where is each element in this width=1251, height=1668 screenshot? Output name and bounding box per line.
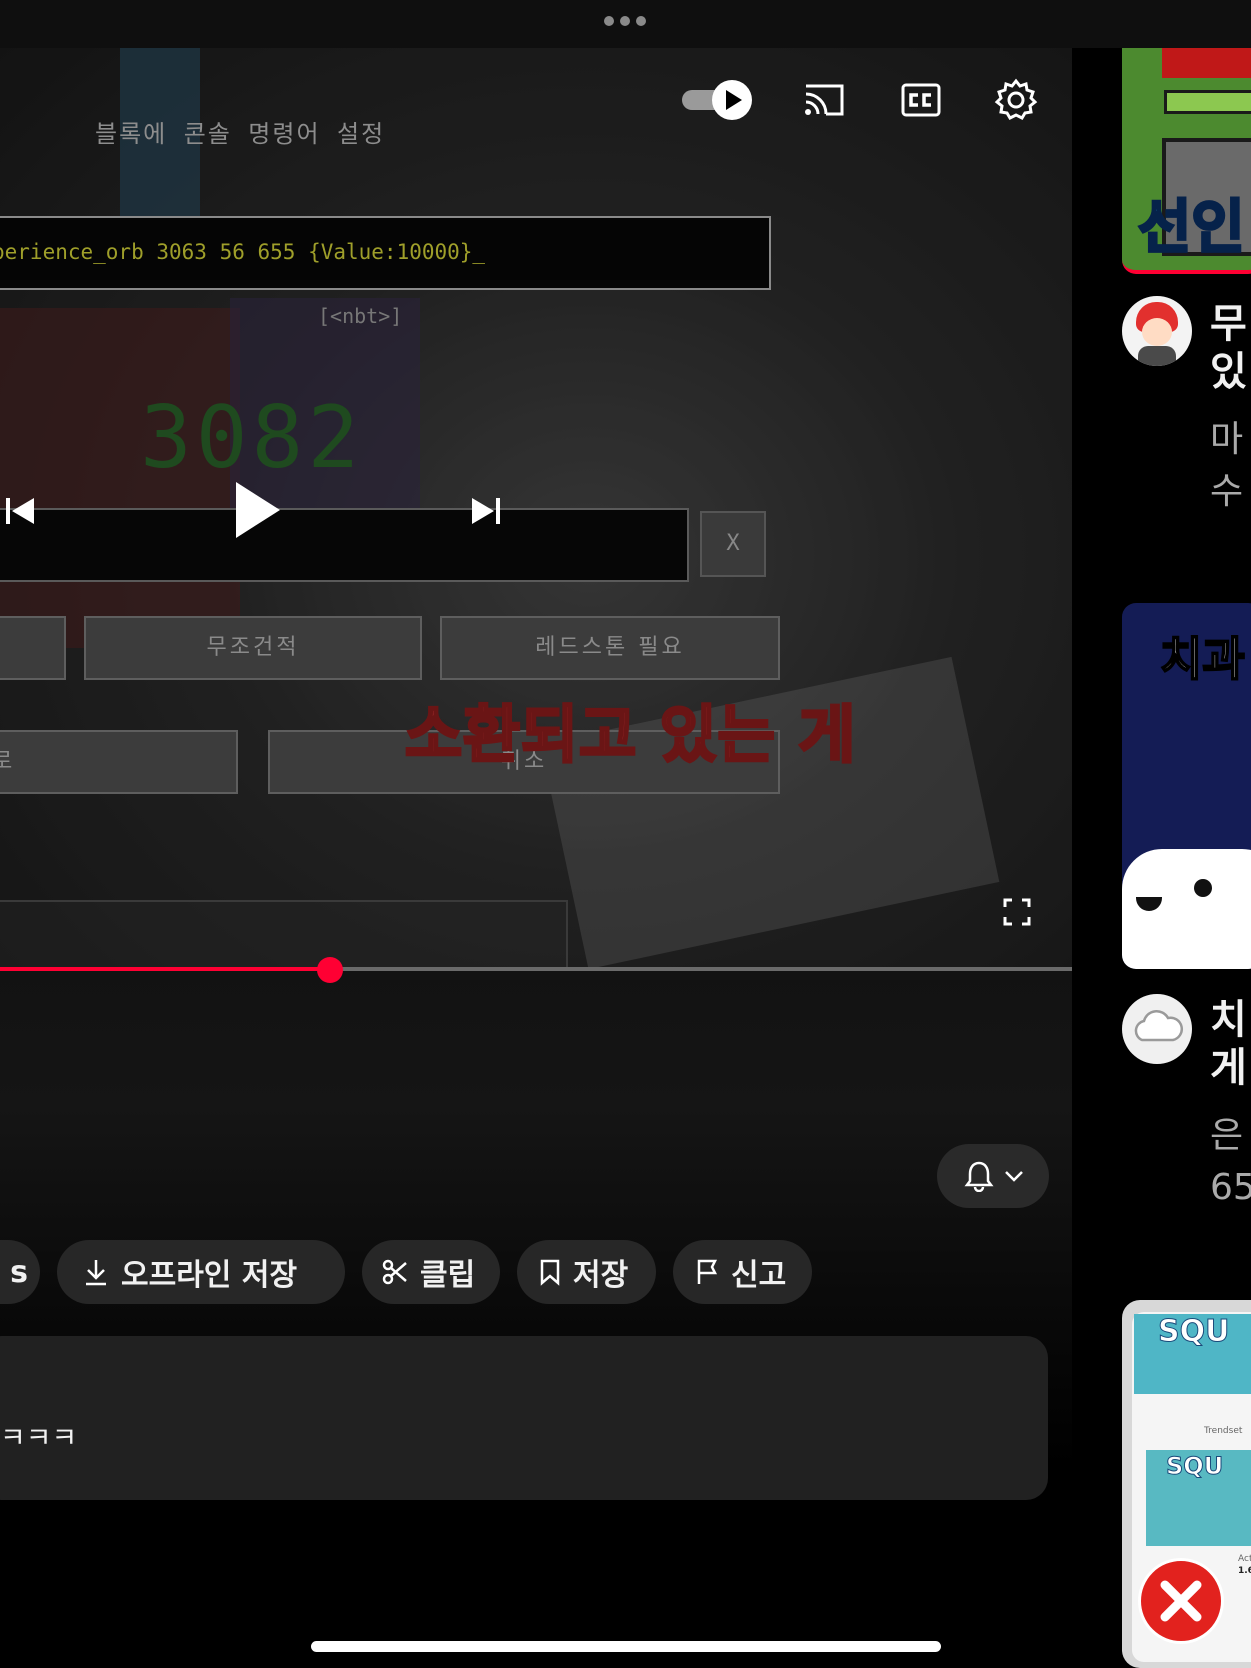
related-video-thumbnail[interactable]: 치과 [1122,603,1251,969]
avatar-face [1142,318,1172,346]
related-video-thumbnail[interactable]: 선인 [1122,48,1251,274]
home-indicator[interactable] [311,1641,941,1652]
related-video-meta-line2: 65 [1210,1167,1251,1208]
game-button-left: 로 [0,730,238,794]
fullscreen-button[interactable] [1002,897,1032,927]
related-video-title-line1[interactable]: 치 [1210,996,1247,1044]
save-button[interactable]: 저장 [517,1240,656,1304]
save-label: 저장 [573,1258,629,1293]
thumb-eye [1194,879,1212,897]
cast-icon [805,84,844,116]
settings-button[interactable] [994,78,1038,122]
download-icon [86,1260,106,1286]
thumb-caption: 치과 [1159,631,1246,687]
close-icon [1138,1558,1224,1644]
channel-avatar[interactable] [1122,994,1192,1064]
captions-button[interactable] [900,80,942,120]
download-label: 오프라인 저장 [121,1258,298,1293]
cloud-icon [1134,1009,1183,1042]
game-hotbar [0,900,568,970]
related-videos-sidebar: 선인 무 있 마 수 치과 치 게 은 65 SQU Trendset SQU … [1072,48,1251,1668]
chevron-down-icon [1005,1171,1023,1182]
clip-label: 클립 [420,1258,476,1293]
autoplay-toggle-icon [682,80,752,120]
gear-icon [994,78,1038,120]
command-input: perience_orb 3063 56 655 {Value:10000}_ [0,216,771,290]
related-video-meta-line1: 마 [1210,419,1244,460]
thumb-green-bar [1164,90,1251,114]
related-video-thumbnail[interactable]: SQU Trendset SQU Active 1.6K [1122,1300,1251,1668]
thumb-small-text: Trendset [1204,1426,1243,1436]
top-bar [0,0,1251,48]
bell-icon [964,1161,994,1192]
video-player[interactable]: 블록에 콘솔 명령어 설정 perience_orb 3063 56 655 {… [0,48,1072,970]
subscription-bell-button[interactable] [937,1144,1049,1208]
cc-icon [901,83,941,117]
thumb-red-hearts [1162,48,1251,78]
thumb-caption: SQU [1157,1314,1230,1350]
game-close-button: X [700,511,766,577]
block-counter: 3082 [140,388,364,488]
play-icon [236,482,280,538]
scissors-icon [382,1259,407,1285]
next-button[interactable] [470,496,502,526]
clip-button[interactable]: 클립 [362,1240,500,1304]
progress-played [0,967,330,971]
more-dots-icon[interactable] [604,16,646,26]
comment-text: ㅋㅋㅋ [0,1421,78,1454]
chip-partial-label: s [10,1254,28,1290]
related-video-title-line1[interactable]: 무 [1210,300,1247,348]
thumb-count-text: 1.6K [1238,1566,1251,1576]
skip-next-icon [472,498,500,524]
channel-avatar[interactable] [1122,296,1192,366]
comments-teaser[interactable]: ㅋㅋㅋ [0,1336,1048,1500]
progress-scrubber-handle[interactable] [317,957,343,983]
bookmark-icon [540,1259,560,1286]
game-button-partial [0,616,66,680]
related-video-title-line2[interactable]: 게 [1210,1044,1247,1092]
command-text: perience_orb 3063 56 655 {Value:10000}_ [0,240,486,264]
report-button[interactable]: 신고 [673,1240,812,1304]
nbt-hint: [<nbt>] [318,304,403,328]
related-video-meta-line1: 은 [1210,1115,1244,1156]
skip-previous-icon [6,498,34,524]
output-box [0,508,689,582]
avatar-body [1138,346,1176,366]
download-button[interactable]: 오프라인 저장 [57,1240,345,1304]
cast-button[interactable] [802,80,846,120]
thumb-active-text: Active [1238,1554,1251,1564]
thumb-caption: 선인 [1137,192,1247,263]
video-subtitle: 소환되고 있는 게 [403,697,857,773]
autoplay-toggle[interactable] [680,78,754,122]
play-button[interactable] [232,480,282,540]
thumb-caption-2: SQU [1165,1452,1224,1481]
game-button-unconditional: 무조건적 [84,616,422,680]
report-label: 신고 [731,1258,787,1293]
related-video-title-line2[interactable]: 있 [1210,348,1247,396]
game-button-redstone: 레드스톤 필요 [440,616,780,680]
flag-icon [697,1259,718,1284]
block-console-title: 블록에 콘솔 명령어 설정 [95,120,386,148]
previous-button[interactable] [4,496,36,526]
related-video-meta-line2: 수 [1210,471,1244,512]
fullscreen-icon [1003,898,1031,926]
